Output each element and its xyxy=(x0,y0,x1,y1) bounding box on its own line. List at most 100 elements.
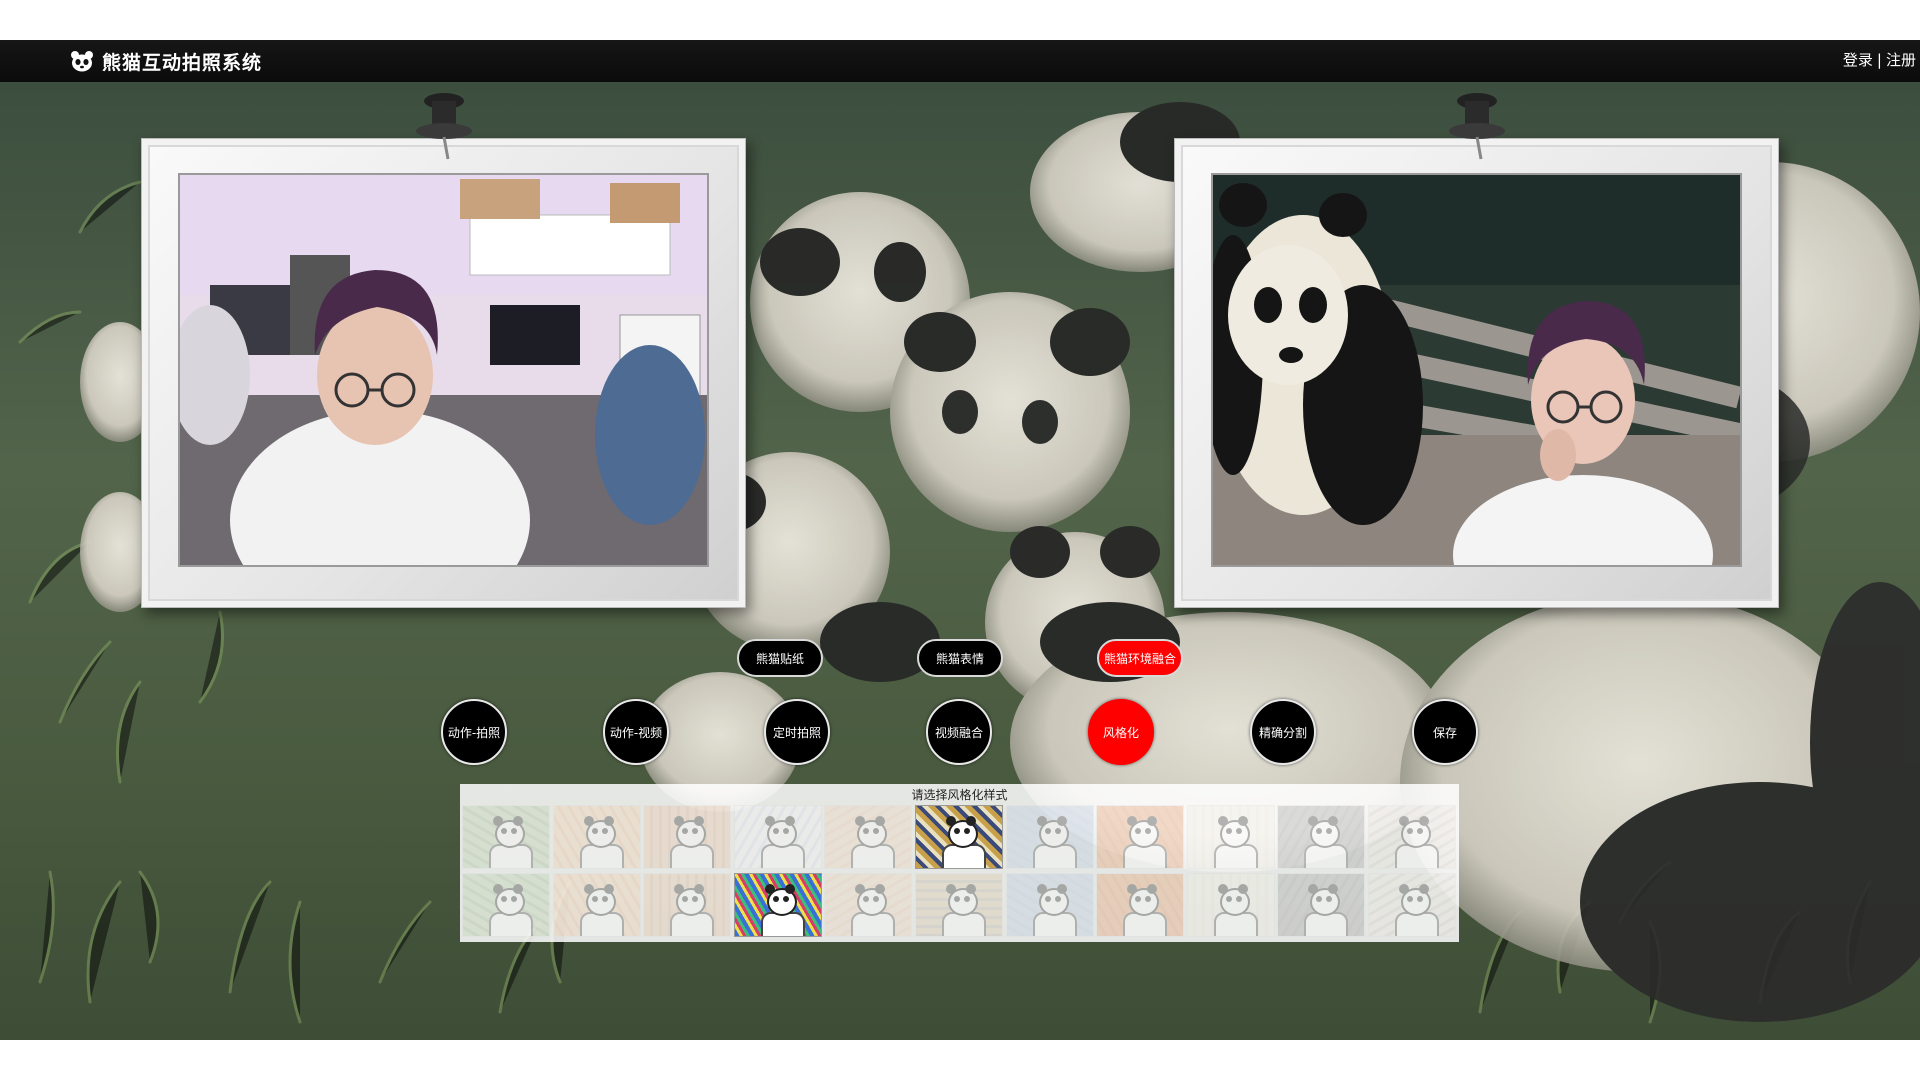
ear-shape xyxy=(583,816,594,826)
style-thumbnail[interactable] xyxy=(552,805,641,869)
ear-shape xyxy=(945,884,956,894)
style-thumbnail[interactable] xyxy=(1367,873,1456,937)
ear-shape xyxy=(583,884,594,894)
style-thumbnail[interactable] xyxy=(1186,805,1275,869)
timed-photo-button[interactable]: 定时拍照 xyxy=(764,699,830,765)
ear-shape xyxy=(1398,816,1409,826)
style-thumbnail-grid xyxy=(462,805,1457,939)
ear-shape xyxy=(1036,884,1047,894)
stylize-button[interactable]: 风格化 xyxy=(1088,699,1154,765)
style-picker-title: 请选择风格化样式 xyxy=(911,788,1008,802)
style-thumbnail[interactable] xyxy=(824,873,913,937)
eye-shape xyxy=(1416,828,1423,834)
style-thumbnail[interactable] xyxy=(914,805,1003,869)
ear-shape xyxy=(1237,816,1248,826)
top-navbar: 熊猫互动拍照系统 登录 | 注册 xyxy=(0,40,1920,82)
eye-shape xyxy=(782,828,789,834)
auth-separator: | xyxy=(1876,50,1882,69)
style-thumbnail[interactable] xyxy=(1277,873,1366,937)
eye-shape xyxy=(511,896,517,902)
camera-feed-image xyxy=(180,175,707,565)
eye-shape xyxy=(1225,896,1232,902)
eye-shape xyxy=(1044,828,1051,834)
style-thumbnail[interactable] xyxy=(552,873,641,937)
style-thumbnail[interactable] xyxy=(462,805,550,869)
pushpin-icon xyxy=(1449,93,1505,160)
eye-shape xyxy=(1054,828,1061,834)
ear-shape xyxy=(1056,816,1067,826)
precise-segmentation-button[interactable]: 精确分割 xyxy=(1250,699,1316,765)
brand: 熊猫互动拍照系统 xyxy=(70,47,262,75)
eye-shape xyxy=(1054,896,1061,902)
ear-shape xyxy=(493,884,503,894)
auth-links: 登录 | 注册 xyxy=(1843,49,1916,70)
eye-shape xyxy=(1406,828,1413,834)
ear-shape xyxy=(784,816,795,826)
style-thumbnail[interactable] xyxy=(914,873,1003,937)
style-thumbnail[interactable] xyxy=(824,805,913,869)
eye-shape xyxy=(511,828,517,834)
eye-shape xyxy=(782,896,789,902)
eye-shape xyxy=(591,828,598,834)
ear-shape xyxy=(784,884,795,894)
eye-shape xyxy=(591,896,598,902)
eye-shape xyxy=(772,828,779,834)
style-thumbnail[interactable] xyxy=(1096,805,1185,869)
ear-shape xyxy=(603,816,614,826)
ear-shape xyxy=(945,816,956,826)
video-fusion-button[interactable]: 视频融合 xyxy=(926,699,992,765)
style-thumbnail[interactable] xyxy=(462,873,550,937)
camera-preview[interactable] xyxy=(178,173,709,567)
ear-shape xyxy=(603,884,614,894)
mode-button-panda-expression[interactable]: 熊猫表情 xyxy=(917,639,1003,677)
ear-shape xyxy=(764,884,775,894)
eye-shape xyxy=(1406,896,1413,902)
style-thumbnail[interactable] xyxy=(733,873,822,937)
login-link[interactable]: 登录 xyxy=(1843,49,1873,70)
style-thumbnail[interactable] xyxy=(1005,873,1094,937)
style-thumbnail[interactable] xyxy=(733,805,822,869)
result-image xyxy=(1213,175,1740,565)
eye-shape xyxy=(1225,828,1232,834)
eye-shape xyxy=(501,828,507,834)
ear-shape xyxy=(1056,884,1067,894)
register-link[interactable]: 注册 xyxy=(1886,49,1916,70)
style-thumbnail[interactable] xyxy=(643,805,732,869)
style-thumbnail[interactable] xyxy=(1277,805,1366,869)
style-thumbnail[interactable] xyxy=(1367,805,1456,869)
eye-shape xyxy=(1235,828,1242,834)
style-picker-panel: 请选择风格化样式 xyxy=(460,784,1459,942)
ear-shape xyxy=(1237,884,1248,894)
ear-shape xyxy=(965,884,976,894)
result-preview-frame xyxy=(1174,93,1779,608)
style-thumbnail[interactable] xyxy=(1096,873,1185,937)
ear-shape xyxy=(1217,884,1228,894)
eye-shape xyxy=(601,828,608,834)
style-thumbnail[interactable] xyxy=(1005,805,1094,869)
mode-button-panda-environment-fusion[interactable]: 熊猫环境融合 xyxy=(1097,639,1183,677)
mode-button-panda-sticker[interactable]: 熊猫贴纸 xyxy=(737,639,823,677)
eye-shape xyxy=(601,896,608,902)
eye-shape xyxy=(1044,896,1051,902)
action-video-button[interactable]: 动作-视频 xyxy=(603,699,669,765)
pushpin-icon xyxy=(416,93,472,160)
eye-shape xyxy=(1235,896,1242,902)
style-thumbnail[interactable] xyxy=(643,873,732,937)
panda-icon xyxy=(71,51,93,72)
ear-shape xyxy=(965,816,976,826)
app-root: 熊猫互动拍照系统 登录 | 注册 熊猫贴纸 熊猫表情 熊猫环境融合 动作-拍照 … xyxy=(0,0,1920,1080)
ear-shape xyxy=(764,816,775,826)
camera-preview-frame xyxy=(141,93,746,608)
eye-shape xyxy=(963,828,970,834)
eye-shape xyxy=(963,896,970,902)
action-photo-button[interactable]: 动作-拍照 xyxy=(441,699,507,765)
ear-shape xyxy=(513,884,523,894)
ear-shape xyxy=(1398,884,1409,894)
save-button[interactable]: 保存 xyxy=(1412,699,1478,765)
style-thumbnail[interactable] xyxy=(1186,873,1275,937)
result-preview[interactable] xyxy=(1211,173,1742,567)
app-title: 熊猫互动拍照系统 xyxy=(102,51,263,74)
eye-shape xyxy=(953,828,960,834)
eye-shape xyxy=(953,896,960,902)
eye-shape xyxy=(501,896,507,902)
